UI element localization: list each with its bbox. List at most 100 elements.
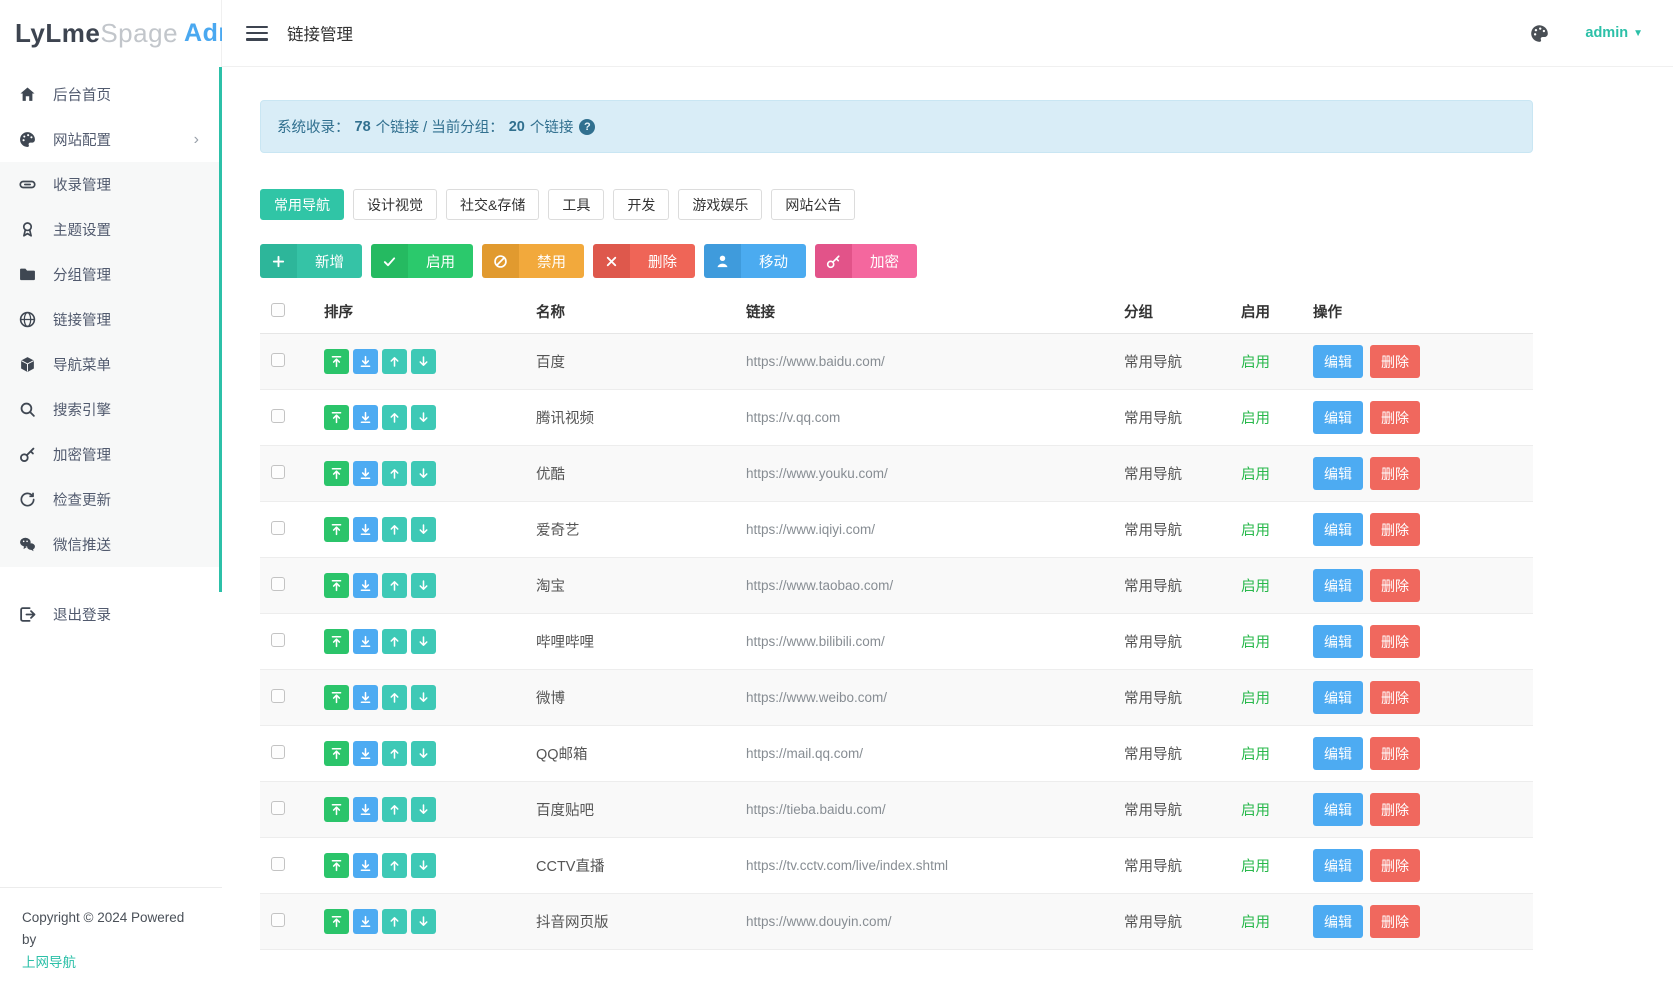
sidebar-item-10[interactable]: 微信推送 (0, 522, 219, 567)
edit-button[interactable]: 编辑 (1313, 345, 1363, 378)
copyright-link[interactable]: 上网导航 (22, 955, 76, 970)
delete-button[interactable]: 删除 (1370, 569, 1420, 602)
toolbar-button-0[interactable]: 新增 (260, 244, 362, 278)
sidebar-item-0[interactable]: 后台首页 (0, 72, 219, 117)
edit-button[interactable]: 编辑 (1313, 513, 1363, 546)
move-down-button[interactable] (411, 573, 436, 598)
sidebar-item-7[interactable]: 搜索引擎 (0, 387, 219, 432)
sidebar-item-logout[interactable]: 退出登录 (0, 592, 222, 637)
toolbar-button-5[interactable]: 加密 (815, 244, 917, 278)
toolbar-button-3[interactable]: 删除 (593, 244, 695, 278)
move-down-button[interactable] (411, 909, 436, 934)
sidebar-item-2[interactable]: 收录管理 (0, 162, 219, 207)
move-top-button[interactable] (324, 517, 349, 542)
move-up-button[interactable] (382, 349, 407, 374)
move-up-button[interactable] (382, 853, 407, 878)
edit-button[interactable]: 编辑 (1313, 569, 1363, 602)
row-checkbox[interactable] (271, 633, 285, 647)
row-checkbox[interactable] (271, 521, 285, 535)
sidebar-item-5[interactable]: 链接管理 (0, 297, 219, 342)
move-down-button[interactable] (411, 405, 436, 430)
move-bottom-button[interactable] (353, 405, 378, 430)
category-tab-0[interactable]: 常用导航 (260, 189, 344, 220)
row-checkbox[interactable] (271, 465, 285, 479)
move-top-button[interactable] (324, 741, 349, 766)
move-up-button[interactable] (382, 909, 407, 934)
row-checkbox[interactable] (271, 409, 285, 423)
move-up-button[interactable] (382, 629, 407, 654)
move-top-button[interactable] (324, 349, 349, 374)
category-tab-3[interactable]: 工具 (548, 189, 604, 220)
sidebar-item-3[interactable]: 主题设置 (0, 207, 219, 252)
move-top-button[interactable] (324, 461, 349, 486)
select-all-checkbox[interactable] (271, 303, 285, 317)
toolbar-button-2[interactable]: 禁用 (482, 244, 584, 278)
move-down-button[interactable] (411, 741, 436, 766)
toolbar-button-4[interactable]: 移动 (704, 244, 806, 278)
move-bottom-button[interactable] (353, 741, 378, 766)
move-top-button[interactable] (324, 685, 349, 710)
delete-button[interactable]: 删除 (1370, 681, 1420, 714)
sidebar-item-1[interactable]: 网站配置› (0, 117, 219, 162)
move-up-button[interactable] (382, 741, 407, 766)
move-down-button[interactable] (411, 349, 436, 374)
category-tab-1[interactable]: 设计视觉 (353, 189, 437, 220)
delete-button[interactable]: 删除 (1370, 457, 1420, 490)
edit-button[interactable]: 编辑 (1313, 625, 1363, 658)
edit-button[interactable]: 编辑 (1313, 681, 1363, 714)
move-down-button[interactable] (411, 629, 436, 654)
edit-button[interactable]: 编辑 (1313, 401, 1363, 434)
palette-icon[interactable] (1530, 24, 1549, 43)
move-bottom-button[interactable] (353, 797, 378, 822)
edit-button[interactable]: 编辑 (1313, 905, 1363, 938)
category-tab-6[interactable]: 网站公告 (771, 189, 855, 220)
move-top-button[interactable] (324, 405, 349, 430)
move-top-button[interactable] (324, 629, 349, 654)
delete-button[interactable]: 删除 (1370, 737, 1420, 770)
toolbar-button-1[interactable]: 启用 (371, 244, 473, 278)
user-dropdown[interactable]: admin ▼ (1585, 25, 1643, 41)
move-up-button[interactable] (382, 517, 407, 542)
row-checkbox[interactable] (271, 577, 285, 591)
move-up-button[interactable] (382, 685, 407, 710)
sidebar-item-8[interactable]: 加密管理 (0, 432, 219, 477)
row-checkbox[interactable] (271, 689, 285, 703)
sidebar-item-6[interactable]: 导航菜单 (0, 342, 219, 387)
help-icon[interactable]: ? (579, 119, 595, 135)
sidebar-item-4[interactable]: 分组管理 (0, 252, 219, 297)
move-top-button[interactable] (324, 797, 349, 822)
move-up-button[interactable] (382, 405, 407, 430)
move-bottom-button[interactable] (353, 349, 378, 374)
move-down-button[interactable] (411, 853, 436, 878)
category-tab-5[interactable]: 游戏娱乐 (678, 189, 762, 220)
delete-button[interactable]: 删除 (1370, 625, 1420, 658)
delete-button[interactable]: 删除 (1370, 401, 1420, 434)
row-checkbox[interactable] (271, 745, 285, 759)
edit-button[interactable]: 编辑 (1313, 849, 1363, 882)
sidebar-item-9[interactable]: 检查更新 (0, 477, 219, 522)
move-down-button[interactable] (411, 517, 436, 542)
move-down-button[interactable] (411, 685, 436, 710)
move-top-button[interactable] (324, 853, 349, 878)
move-top-button[interactable] (324, 909, 349, 934)
move-top-button[interactable] (324, 573, 349, 598)
move-bottom-button[interactable] (353, 685, 378, 710)
move-bottom-button[interactable] (353, 853, 378, 878)
move-bottom-button[interactable] (353, 517, 378, 542)
move-up-button[interactable] (382, 461, 407, 486)
category-tab-2[interactable]: 社交&存储 (446, 189, 539, 220)
category-tab-4[interactable]: 开发 (613, 189, 669, 220)
edit-button[interactable]: 编辑 (1313, 737, 1363, 770)
move-down-button[interactable] (411, 461, 436, 486)
move-bottom-button[interactable] (353, 461, 378, 486)
row-checkbox[interactable] (271, 353, 285, 367)
move-down-button[interactable] (411, 797, 436, 822)
move-bottom-button[interactable] (353, 629, 378, 654)
row-checkbox[interactable] (271, 913, 285, 927)
delete-button[interactable]: 删除 (1370, 905, 1420, 938)
move-bottom-button[interactable] (353, 573, 378, 598)
delete-button[interactable]: 删除 (1370, 849, 1420, 882)
edit-button[interactable]: 编辑 (1313, 457, 1363, 490)
delete-button[interactable]: 删除 (1370, 345, 1420, 378)
delete-button[interactable]: 删除 (1370, 513, 1420, 546)
